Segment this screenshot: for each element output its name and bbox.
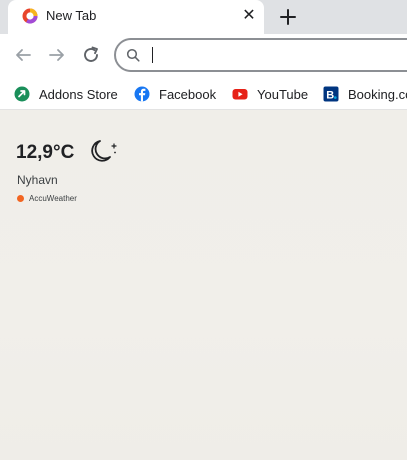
booking-icon: B [323, 86, 339, 102]
address-bar[interactable] [114, 38, 407, 72]
forward-arrow-icon[interactable] [46, 44, 68, 66]
back-arrow-icon[interactable] [12, 44, 34, 66]
youtube-icon [232, 89, 248, 100]
addons-store-icon [14, 86, 30, 102]
bookmark-addons-store[interactable]: Addons Store [14, 85, 118, 103]
close-tab-icon[interactable]: ✕ [240, 7, 258, 25]
provider-label: AccuWeather [29, 194, 77, 203]
weather-location: Nyhavn [17, 173, 58, 187]
weather-provider[interactable]: AccuWeather [17, 194, 77, 203]
bookmark-booking[interactable]: B Booking.com [323, 85, 407, 103]
bookmark-label: Facebook [159, 86, 217, 102]
browser-logo-icon [22, 8, 38, 24]
svg-text:B: B [326, 89, 334, 101]
browser-toolbar [0, 34, 407, 76]
facebook-icon [134, 86, 150, 102]
new-tab-plus-icon[interactable] [276, 5, 300, 29]
bookmark-label: Addons Store [39, 86, 118, 102]
reload-icon[interactable] [80, 44, 102, 66]
search-icon [126, 48, 140, 62]
tab-title: New Tab [46, 8, 97, 23]
bookmark-label: Booking.com [348, 86, 407, 102]
moon-icon [91, 140, 117, 162]
tab-new-tab[interactable]: New Tab ✕ [8, 0, 264, 34]
text-caret [152, 47, 153, 63]
bookmark-youtube[interactable]: YouTube [232, 85, 308, 103]
weather-temperature: 12,9°C [16, 142, 75, 163]
bookmark-facebook[interactable]: Facebook [134, 85, 216, 103]
accuweather-logo-icon [17, 195, 24, 202]
tab-strip: New Tab ✕ [0, 0, 407, 34]
bookmarks-bar: Addons Store Facebook YouTube B Booking.… [0, 76, 407, 110]
bookmark-label: YouTube [257, 86, 309, 102]
new-tab-page: 12,9°C Nyhavn AccuWeather [0, 110, 407, 460]
